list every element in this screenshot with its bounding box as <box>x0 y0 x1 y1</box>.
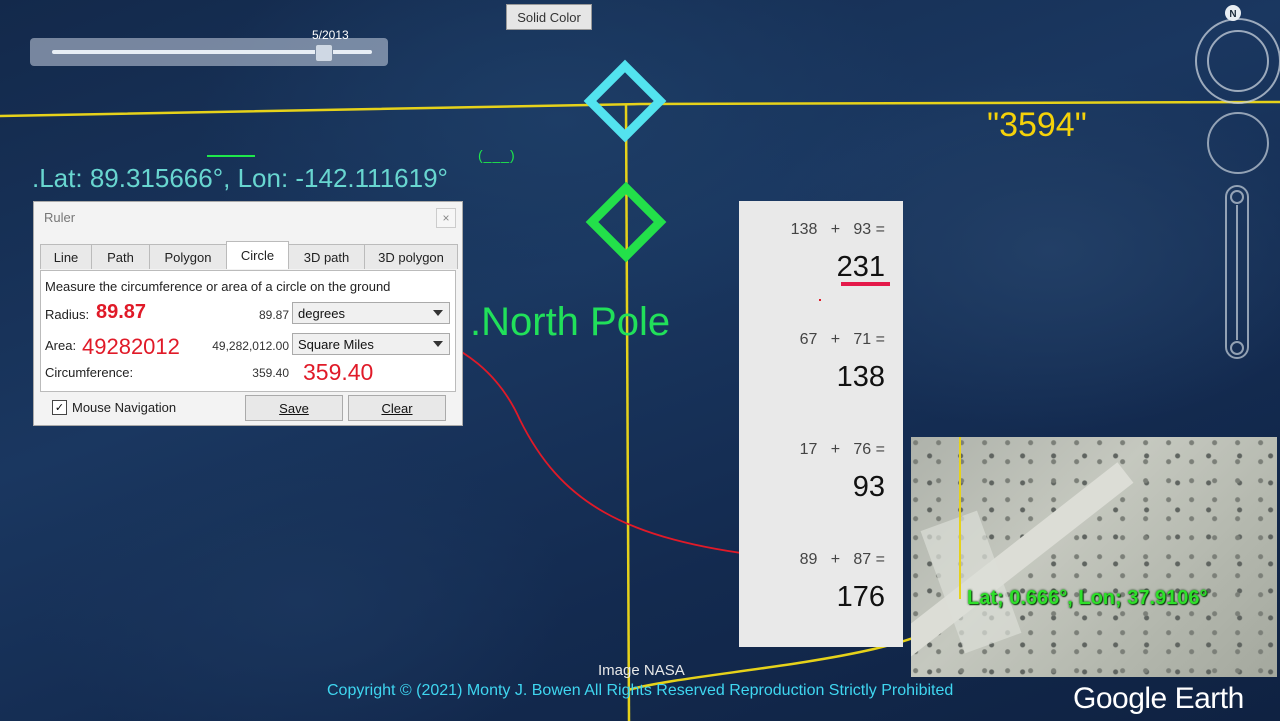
time-slider-date: 5/2013 <box>312 28 349 42</box>
radius-unit-value: degrees <box>298 305 345 321</box>
compass-north-letter: N <box>1229 9 1236 20</box>
sum-result-4: 176 <box>836 581 885 613</box>
tab-line[interactable]: Line <box>40 244 92 269</box>
tab-3d-path[interactable]: 3D path <box>288 244 365 269</box>
chevron-down-icon <box>433 341 443 347</box>
sums-panel: 138 + 93 = 231 67 + 71 = 138 17 + 76 = 9… <box>739 201 903 647</box>
sum-equation-4: 89 + 87 = <box>799 551 885 568</box>
tab-polygon[interactable]: Polygon <box>149 244 227 269</box>
radius-annotation: 89.87 <box>96 301 147 323</box>
satellite-inset: Lat; 0.666°, Lon; 37.9106° <box>911 437 1277 677</box>
area-value: 49,282,012.00 <box>212 339 289 353</box>
solid-color-button[interactable]: Solid Color <box>506 4 592 30</box>
lon-marker: (___) <box>478 147 516 163</box>
compass-icon[interactable]: N <box>1195 5 1280 104</box>
radius-label: Radius: <box>45 307 90 322</box>
image-credit: Image NASA <box>598 662 685 679</box>
area-unit-value: Square Miles <box>298 336 374 352</box>
quote-label: "3594" <box>987 106 1087 144</box>
look-joystick-icon[interactable] <box>1207 112 1269 174</box>
area-unit-select[interactable]: Square Miles <box>292 333 450 355</box>
mouse-navigation-label: Mouse Navigation <box>72 400 177 415</box>
area-annotation: 49282012 <box>82 334 180 359</box>
ruler-description: Measure the circumference or area of a c… <box>45 279 391 294</box>
lat-lon-label: .Lat: 89.315666°, Lon: -142.111619° <box>32 163 448 193</box>
sum-equation-1: 138 + 93 = <box>790 221 885 238</box>
tab-circle[interactable]: Circle <box>226 241 289 269</box>
north-pole-label: .North Pole <box>470 300 671 344</box>
sum-equation-2: 67 + 71 = <box>799 331 885 348</box>
mouse-navigation-checkbox[interactable]: ✓ <box>52 400 67 415</box>
sum-result-2: 138 <box>836 361 885 393</box>
circle-panel: Measure the circumference or area of a c… <box>40 270 456 392</box>
lat-underline-marker <box>207 155 255 157</box>
save-button[interactable]: Save <box>245 395 343 421</box>
latitude-line <box>0 100 1280 118</box>
radius-unit-select[interactable]: degrees <box>292 302 450 324</box>
navigation-controls: N <box>1195 5 1280 359</box>
result-underline <box>841 282 890 286</box>
ruler-tabs: Line Path Polygon Circle 3D path 3D poly… <box>40 241 458 270</box>
circumference-label: Circumference: <box>45 365 134 380</box>
circumference-annotation: 359.40 <box>303 359 374 385</box>
time-slider[interactable]: 5/2013 <box>30 28 388 66</box>
tab-path[interactable]: Path <box>91 244 150 269</box>
google-earth-logo: Google Earth <box>1073 682 1244 715</box>
red-dot <box>819 299 821 301</box>
tab-3d-polygon[interactable]: 3D polygon <box>364 244 458 269</box>
time-slider-thumb[interactable] <box>315 44 333 62</box>
inset-coords-label: Lat; 0.666°, Lon; 37.9106° <box>967 587 1208 609</box>
copyright-notice: Copyright © (2021) Monty J. Bowen All Ri… <box>327 682 954 699</box>
clear-button[interactable]: Clear <box>348 395 446 421</box>
sum-result-3: 93 <box>852 471 885 503</box>
chevron-down-icon <box>433 310 443 316</box>
sum-result-1: 231 <box>836 251 885 283</box>
ruler-dialog: Ruler × Line Path Polygon Circle 3D path… <box>33 201 463 426</box>
sum-equation-3: 17 + 76 = <box>799 441 885 458</box>
radius-value: 89.87 <box>258 308 289 322</box>
zoom-slider[interactable] <box>1225 185 1249 359</box>
inset-meridian-line <box>959 437 961 599</box>
close-button[interactable]: × <box>436 208 456 228</box>
ruler-title: Ruler <box>44 210 76 225</box>
circumference-value: 359.40 <box>252 366 289 380</box>
area-label: Area: <box>45 338 77 353</box>
